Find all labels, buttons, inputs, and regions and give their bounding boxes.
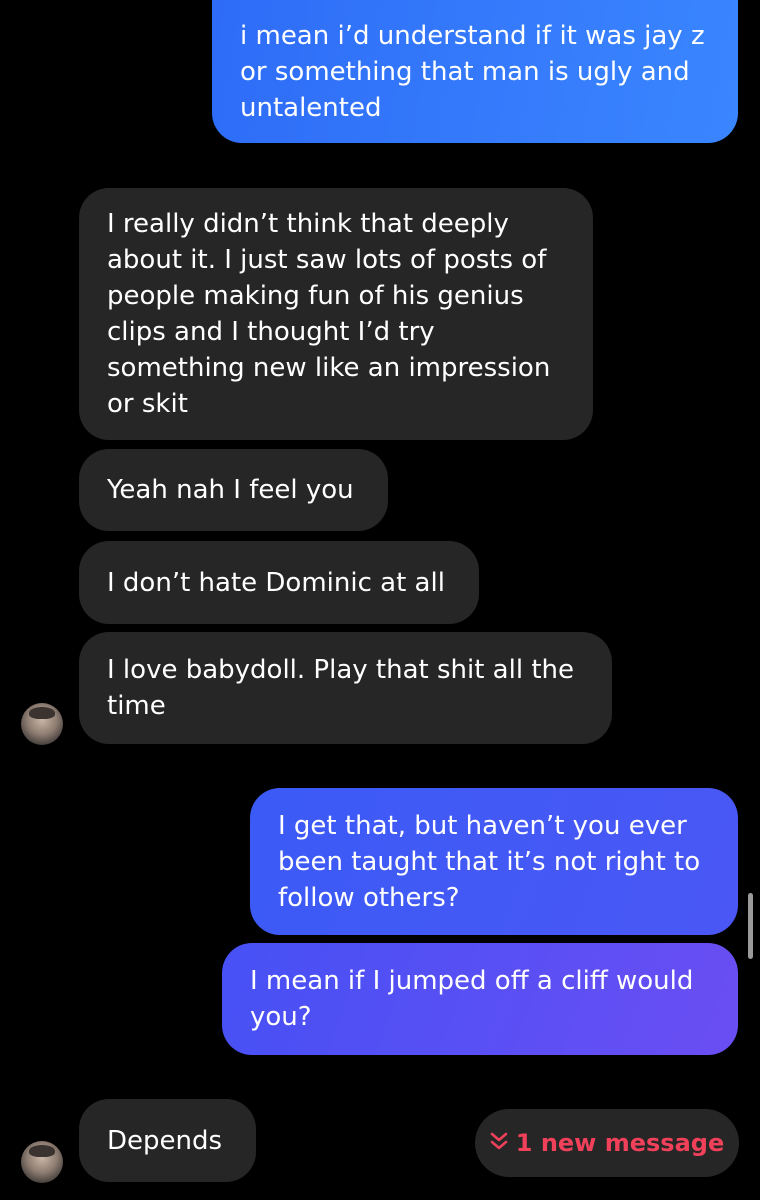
sent-message-bubble[interactable]: i mean i’d understand if it was jay z or… (212, 0, 738, 143)
double-chevron-down-icon (490, 1131, 508, 1156)
message-text: Yeah nah I feel you (107, 475, 354, 505)
sent-message-bubble[interactable]: I mean if I jumped off a cliff would you… (222, 943, 738, 1055)
message-text: I get that, but haven’t you ever been ta… (278, 810, 701, 913)
received-message-bubble[interactable]: Yeah nah I feel you (79, 449, 388, 531)
scrollbar-thumb[interactable] (748, 893, 753, 959)
new-message-label: 1 new message (515, 1129, 725, 1157)
received-message-bubble[interactable]: I love babydoll. Play that shit all the … (79, 632, 612, 744)
received-message-bubble[interactable]: I really didn’t think that deeply about … (79, 188, 593, 440)
message-text: I really didn’t think that deeply about … (107, 209, 551, 419)
contact-avatar[interactable] (21, 1141, 63, 1183)
message-text: I mean if I jumped off a cliff would you… (250, 966, 694, 1032)
message-text: I love babydoll. Play that shit all the … (107, 655, 574, 721)
message-text: I don’t hate Dominic at all (107, 567, 445, 598)
new-message-button[interactable]: 1 new message (475, 1109, 739, 1177)
sent-message-bubble[interactable]: I get that, but haven’t you ever been ta… (250, 788, 738, 935)
message-text: Depends (107, 1125, 223, 1156)
received-message-bubble[interactable]: Depends (79, 1099, 256, 1182)
received-message-bubble[interactable]: I don’t hate Dominic at all (79, 541, 479, 624)
double-chevron-down-icon-svg (490, 1132, 508, 1149)
contact-avatar[interactable] (21, 703, 63, 745)
message-text: i mean i’d understand if it was jay z or… (240, 20, 705, 123)
